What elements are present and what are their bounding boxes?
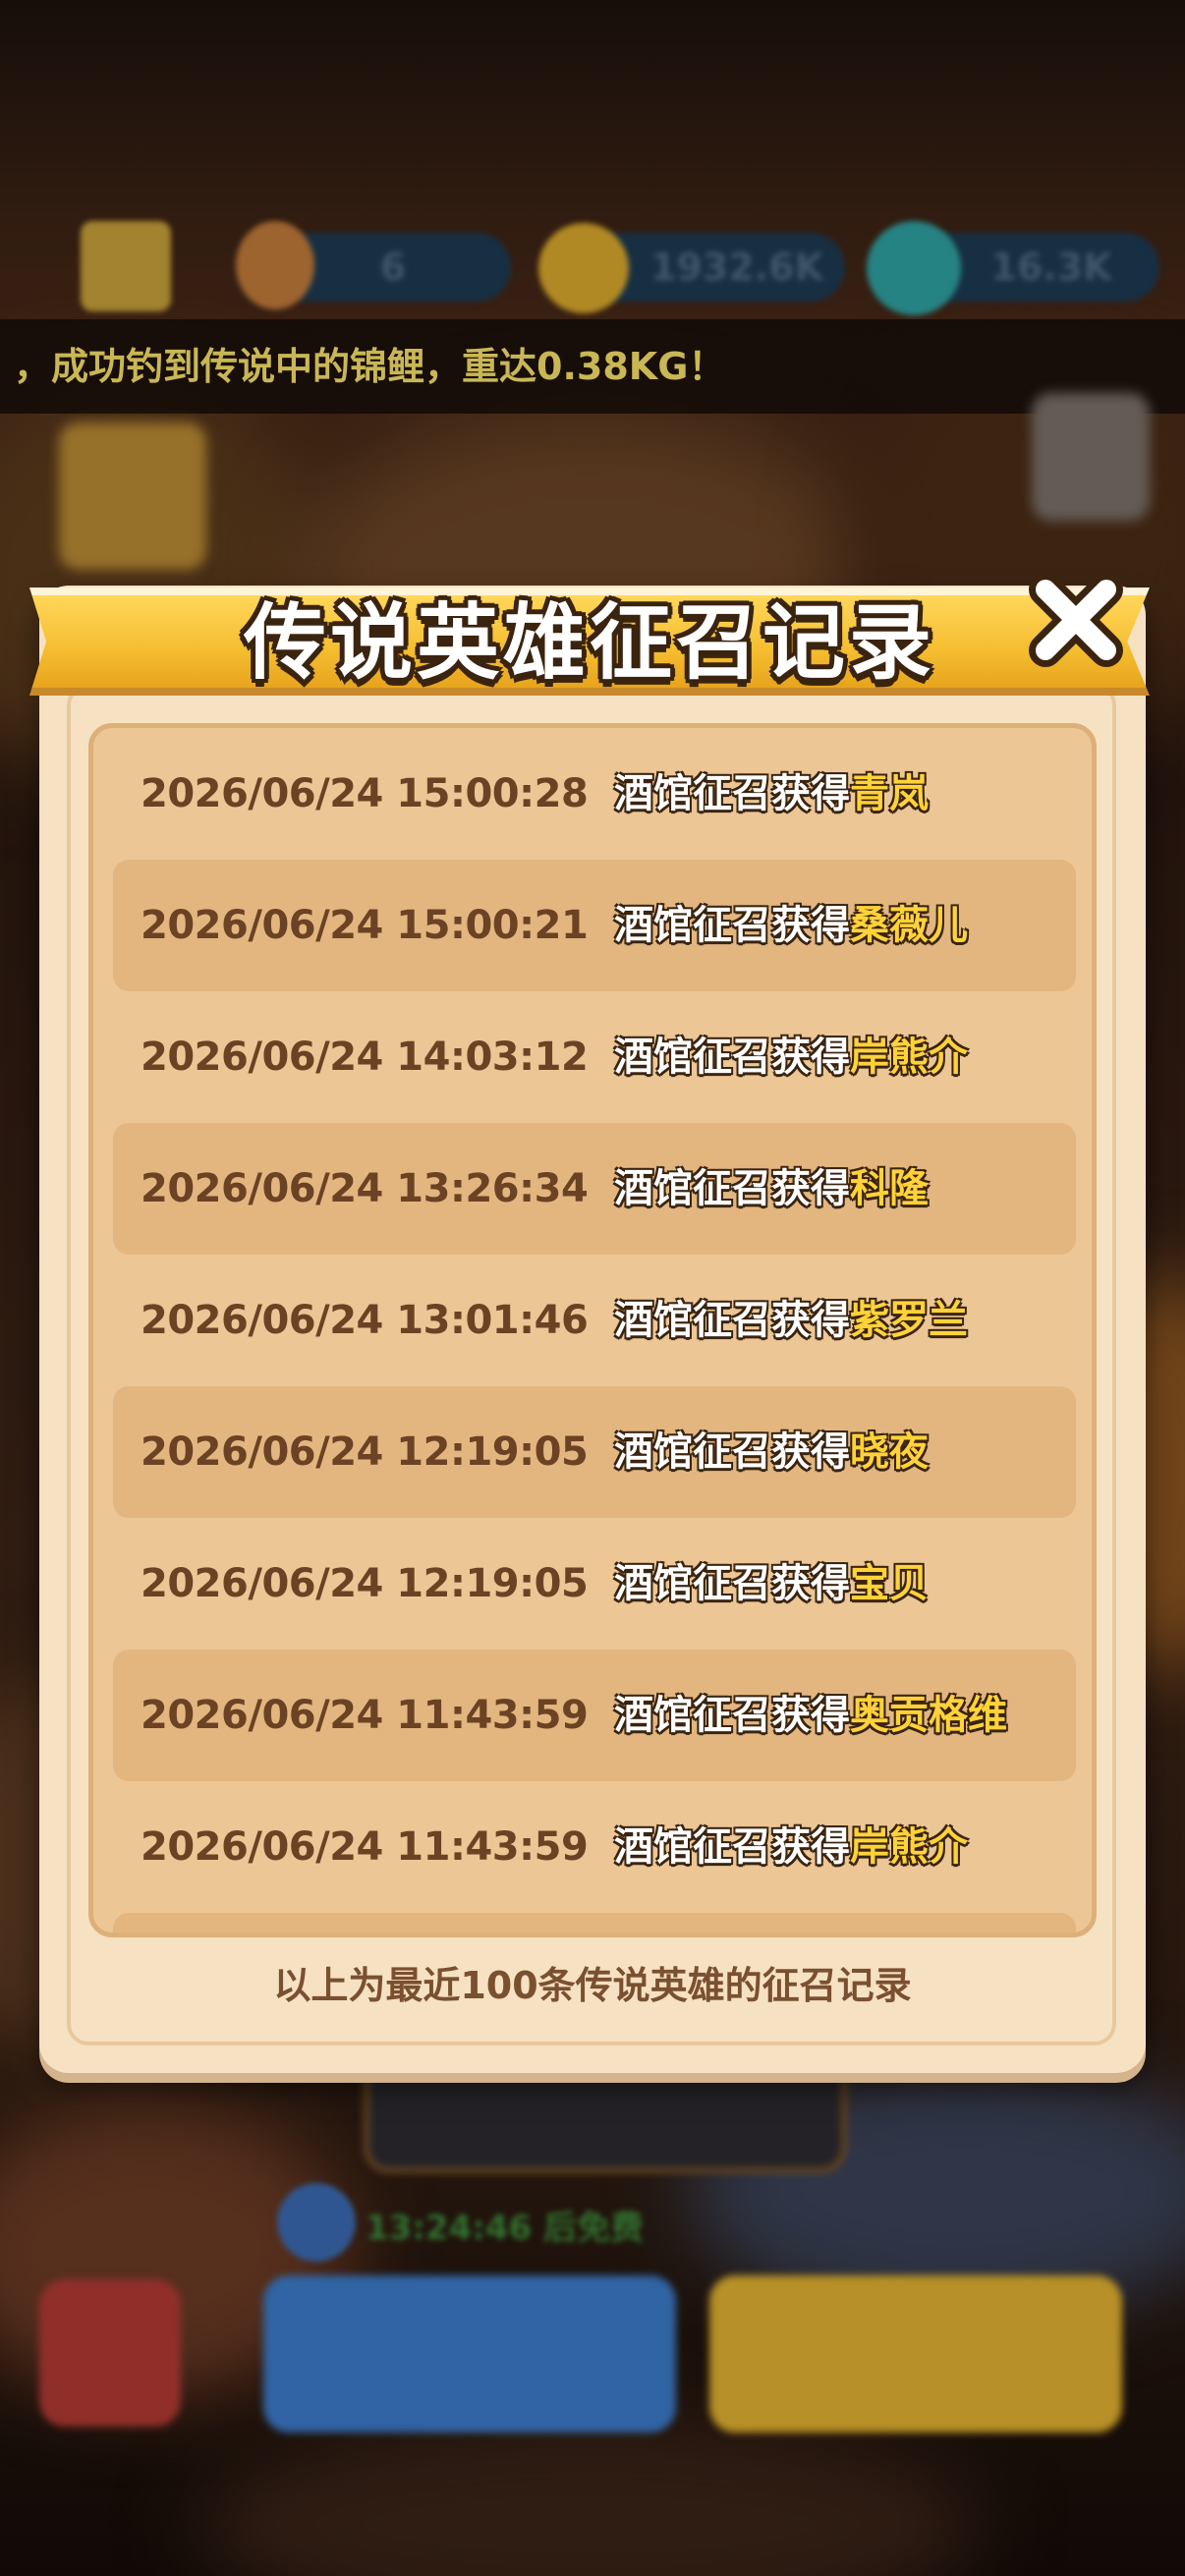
record-row: 2026/06/24 14:03:12 酒馆征召获得岸熊介 (113, 991, 1076, 1123)
record-description: 酒馆征召获得桑薇儿 (614, 860, 968, 991)
record-description: 酒馆征召获得岸熊介 (614, 991, 968, 1123)
record-time: 2026/06/24 14:03:12 (141, 1035, 589, 1080)
record-time: 2026/06/24 12:19:05 (141, 1429, 589, 1475)
legend-hero-summon-records-dialog: 传说英雄征召记录 2026/06/24 15:00:28 酒馆征召获得青岚 20… (29, 573, 1150, 2073)
record-action: 酒馆征召获得 (614, 1166, 850, 1211)
record-hero-name: 青岚 (850, 771, 929, 816)
record-row: 2026/06/24 11:43:59 酒馆征召获得奥贡格维 (113, 1650, 1076, 1781)
record-row-partial (113, 1913, 1076, 1932)
dialog-header: 传说英雄征召记录 (29, 574, 1150, 711)
record-row: 2026/06/24 12:19:05 酒馆征召获得宝贝 (113, 1518, 1076, 1650)
record-time: 2026/06/24 13:26:34 (141, 1166, 589, 1211)
record-hero-name: 桑薇儿 (850, 903, 968, 948)
record-description: 酒馆征召获得岸熊介 (614, 1781, 968, 1913)
record-row: 2026/06/24 12:19:05 酒馆征召获得晓夜 (113, 1386, 1076, 1518)
record-description: 酒馆征召获得晓夜 (614, 1386, 929, 1518)
record-row: 2026/06/24 15:00:28 酒馆征召获得青岚 (113, 728, 1076, 860)
dialog-title: 传说英雄征召记录 (243, 594, 935, 691)
record-row: 2026/06/24 13:26:34 酒馆征召获得科隆 (113, 1123, 1076, 1255)
record-time: 2026/06/24 12:19:05 (141, 1561, 589, 1606)
record-hero-name: 科隆 (850, 1166, 929, 1211)
records-list[interactable]: 2026/06/24 15:00:28 酒馆征召获得青岚 2026/06/24 … (88, 723, 1097, 1937)
record-action: 酒馆征召获得 (614, 771, 850, 816)
close-icon (1029, 573, 1123, 667)
record-time: 2026/06/24 11:43:59 (141, 1824, 589, 1870)
record-action: 酒馆征召获得 (614, 1035, 850, 1080)
record-description: 酒馆征召获得科隆 (614, 1123, 929, 1255)
record-hero-name: 岸熊介 (850, 1824, 968, 1870)
record-row: 2026/06/24 13:01:46 酒馆征召获得紫罗兰 (113, 1255, 1076, 1386)
record-hero-name: 宝贝 (850, 1561, 929, 1606)
record-time: 2026/06/24 15:00:21 (141, 903, 589, 948)
record-action: 酒馆征召获得 (614, 1561, 850, 1606)
record-hero-name: 紫罗兰 (850, 1298, 968, 1343)
record-time: 2026/06/24 11:43:59 (141, 1693, 589, 1738)
record-action: 酒馆征召获得 (614, 903, 850, 948)
record-time: 2026/06/24 13:01:46 (141, 1298, 589, 1343)
record-description: 酒馆征召获得紫罗兰 (614, 1255, 968, 1386)
record-row: 2026/06/24 15:00:21 酒馆征召获得桑薇儿 (113, 860, 1076, 991)
record-action: 酒馆征召获得 (614, 1693, 850, 1738)
record-hero-name: 奥贡格维 (850, 1693, 1007, 1738)
record-action: 酒馆征召获得 (614, 1824, 850, 1870)
record-action: 酒馆征召获得 (614, 1298, 850, 1343)
record-action: 酒馆征召获得 (614, 1429, 850, 1475)
record-description: 酒馆征召获得奥贡格维 (614, 1650, 1007, 1781)
record-description: 酒馆征召获得青岚 (614, 728, 929, 860)
record-hero-name: 岸熊介 (850, 1035, 968, 1080)
record-hero-name: 晓夜 (850, 1429, 929, 1475)
records-footer-note: 以上为最近100条传说英雄的征召记录 (273, 1964, 912, 2007)
record-time: 2026/06/24 15:00:28 (141, 771, 589, 816)
record-row: 2026/06/24 11:43:59 酒馆征召获得岸熊介 (113, 1781, 1076, 1913)
record-description: 酒馆征召获得宝贝 (614, 1518, 929, 1650)
close-button[interactable] (1022, 566, 1130, 674)
